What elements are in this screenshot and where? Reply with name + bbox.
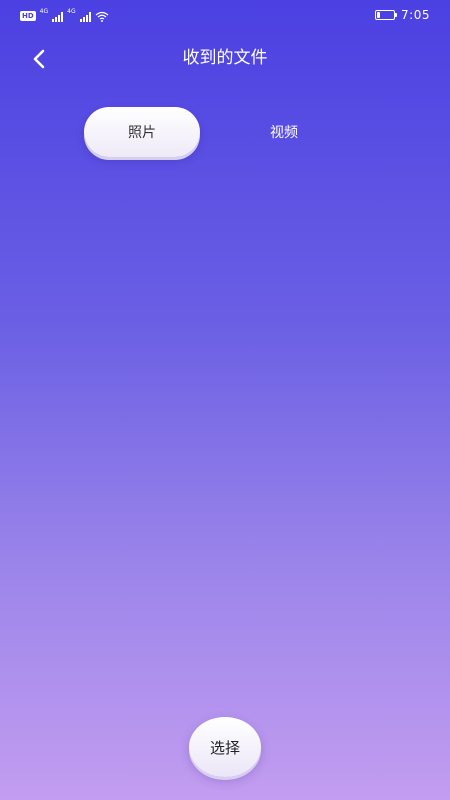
battery-level	[377, 12, 381, 18]
battery-icon	[375, 10, 398, 20]
signal-icon-1	[52, 11, 64, 22]
status-left: HD 4G 4G	[20, 9, 109, 23]
screen: HD 4G 4G 7:05 收到的文件 照片 视频 选择	[0, 0, 450, 800]
wifi-icon	[95, 11, 109, 22]
hd-badge: HD	[20, 11, 36, 21]
tab-photos[interactable]: 照片	[84, 107, 200, 157]
tab-photos-label: 照片	[128, 125, 156, 141]
network-label-2: 4G	[67, 8, 76, 15]
select-button-label: 选择	[209, 738, 240, 757]
signal-icon-2	[79, 11, 91, 22]
network-label-1: 4G	[39, 8, 49, 15]
tab-videos-label: 视频	[270, 125, 298, 141]
select-button[interactable]: 选择	[189, 717, 261, 777]
tab-videos[interactable]: 视频	[226, 107, 342, 157]
status-right: 7:05	[375, 8, 430, 22]
status-time: 7:05	[401, 8, 430, 22]
page-title: 收到的文件	[182, 48, 268, 68]
status-bar: HD 4G 4G 7:05	[0, 0, 450, 32]
